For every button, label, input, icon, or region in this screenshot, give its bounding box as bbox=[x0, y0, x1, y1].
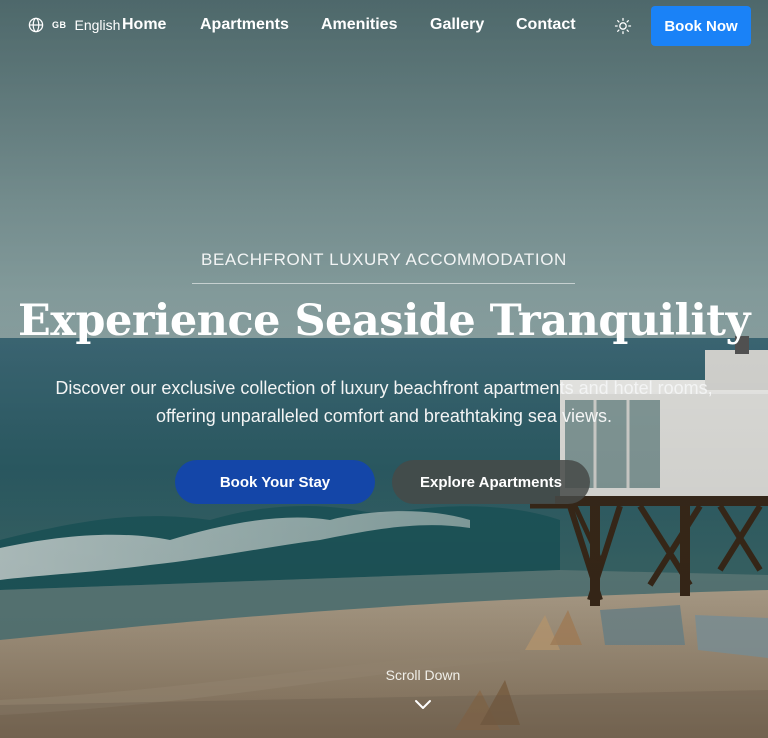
chevron-down-icon[interactable] bbox=[414, 698, 432, 712]
nav-link-amenities[interactable]: Amenities bbox=[321, 16, 397, 34]
hero-section bbox=[0, 0, 768, 738]
nav-link-apartments[interactable]: Apartments bbox=[200, 16, 289, 34]
globe-icon bbox=[28, 17, 44, 33]
top-navigation: GB English Home Apartments Amenities Gal… bbox=[0, 0, 768, 52]
language-label: English bbox=[74, 17, 121, 33]
hero-overlay bbox=[0, 0, 768, 738]
hero-title: Experience Seaside Tranquility bbox=[18, 296, 751, 346]
scroll-down-label[interactable]: Scroll Down bbox=[0, 667, 768, 683]
sun-icon[interactable] bbox=[613, 16, 633, 36]
hero-subtitle: Discover our exclusive collection of lux… bbox=[55, 378, 713, 426]
hero-eyebrow: BEACHFRONT LUXURY ACCOMMODATION bbox=[201, 250, 567, 269]
explore-apartments-button[interactable]: Explore Apartments bbox=[392, 460, 590, 504]
eyebrow-divider bbox=[192, 283, 575, 284]
nav-link-gallery[interactable]: Gallery bbox=[430, 16, 484, 34]
book-your-stay-button[interactable]: Book Your Stay bbox=[175, 460, 375, 504]
book-now-button[interactable]: Book Now bbox=[651, 6, 751, 46]
language-flag-code: GB bbox=[52, 20, 67, 30]
nav-link-home[interactable]: Home bbox=[122, 16, 166, 34]
nav-link-contact[interactable]: Contact bbox=[516, 16, 576, 34]
language-selector[interactable]: GB English bbox=[28, 17, 120, 33]
